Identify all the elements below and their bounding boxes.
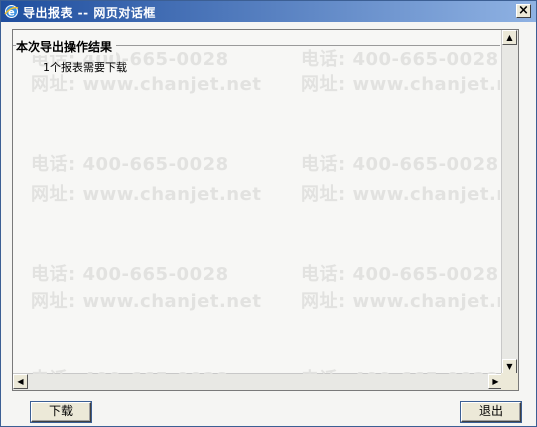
- watermark-site: 网址: www.chanjet.net: [301, 291, 500, 312]
- vertical-scrollbar[interactable]: ▲ ▼: [501, 30, 518, 374]
- ie-icon: e: [4, 5, 19, 19]
- horizontal-scrollbar[interactable]: ◀ ▶: [13, 373, 503, 390]
- result-content: 电话: 400-665-0028 网址: www.chanjet.net 电话:…: [13, 30, 500, 374]
- result-panel: 电话: 400-665-0028 网址: www.chanjet.net 电话:…: [12, 29, 519, 391]
- watermark-site: 网址: www.chanjet.net: [31, 184, 262, 205]
- title-bar[interactable]: e 导出报表 -- 网页对话框 ×: [1, 1, 536, 22]
- scroll-down-icon[interactable]: ▼: [502, 359, 517, 374]
- download-button-frame: 下载: [30, 401, 92, 423]
- exit-button-frame: 退出: [460, 401, 522, 423]
- watermark-site: 网址: www.chanjet.net: [31, 291, 262, 312]
- dialog-window: e 导出报表 -- 网页对话框 × 电话: 400-665-0028 网址: w…: [0, 0, 537, 427]
- watermark-phone: 电话: 400-665-0028: [301, 49, 499, 70]
- result-message: 1个报表需要下载: [43, 61, 127, 74]
- watermark-site: 网址: www.chanjet.net: [301, 74, 500, 95]
- watermark-phone: 电话: 400-665-0028: [31, 154, 229, 175]
- scrollbar-corner: [501, 373, 518, 390]
- watermark-phone: 电话: 400-665-0028: [301, 365, 499, 374]
- download-button[interactable]: 下载: [31, 402, 91, 422]
- group-title: 本次导出操作结果: [16, 38, 117, 55]
- close-button[interactable]: ×: [516, 4, 531, 18]
- watermark-phone: 电话: 400-665-0028: [301, 264, 499, 285]
- scroll-up-icon[interactable]: ▲: [502, 30, 517, 45]
- window-title: 导出报表 -- 网页对话框: [23, 6, 156, 20]
- watermark-phone: 电话: 400-665-0028: [31, 264, 229, 285]
- watermark-phone: 电话: 400-665-0028: [31, 365, 229, 374]
- watermark-phone: 电话: 400-665-0028: [301, 154, 499, 175]
- scroll-left-icon[interactable]: ◀: [13, 374, 28, 389]
- exit-button[interactable]: 退出: [461, 402, 521, 422]
- watermark-site: 网址: www.chanjet.net: [301, 184, 500, 205]
